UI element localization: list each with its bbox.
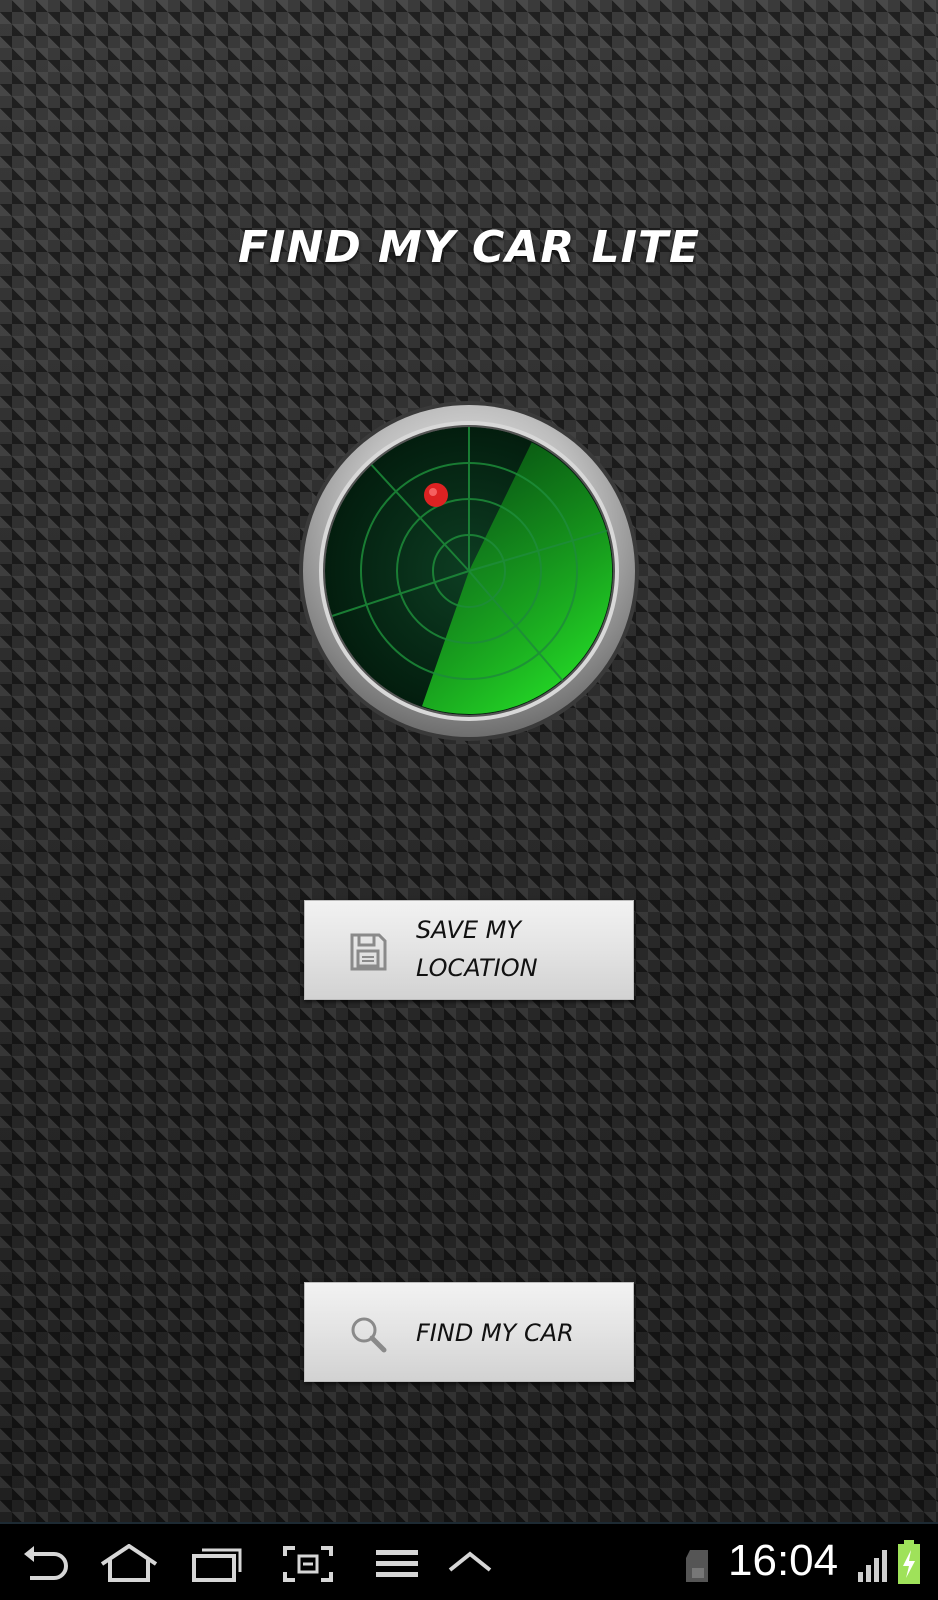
radar-icon [299, 401, 639, 741]
find-my-car-button[interactable]: FIND MY CAR [304, 1282, 634, 1382]
magnifier-icon [351, 1317, 387, 1353]
save-location-line1: SAVE MY [416, 916, 522, 944]
save-location-line2: LOCATION [416, 954, 538, 982]
app-screen: FIND MY CAR LITE SAVE MY LOCATION FIND M… [0, 0, 938, 1522]
system-navigation-bar: 16:04 [0, 1522, 938, 1600]
find-my-car-label: FIND MY CAR [416, 1319, 574, 1347]
home-icon[interactable] [98, 1544, 160, 1584]
sd-card-icon [686, 1550, 708, 1582]
menu-icon[interactable] [374, 1544, 420, 1584]
signal-bars-icon [858, 1550, 887, 1582]
chevron-up-icon[interactable] [446, 1544, 494, 1584]
status-clock: 16:04 [728, 1536, 839, 1585]
save-location-button[interactable]: SAVE MY LOCATION [304, 900, 634, 1000]
floppy-disk-icon [350, 933, 387, 971]
recent-apps-icon[interactable] [190, 1544, 244, 1584]
screenshot-icon[interactable] [281, 1544, 335, 1584]
save-location-label: SAVE MY LOCATION [416, 911, 626, 987]
battery-charging-icon [898, 1540, 920, 1584]
app-title: FIND MY CAR LITE [237, 222, 701, 273]
back-arrow-icon[interactable] [20, 1544, 70, 1584]
